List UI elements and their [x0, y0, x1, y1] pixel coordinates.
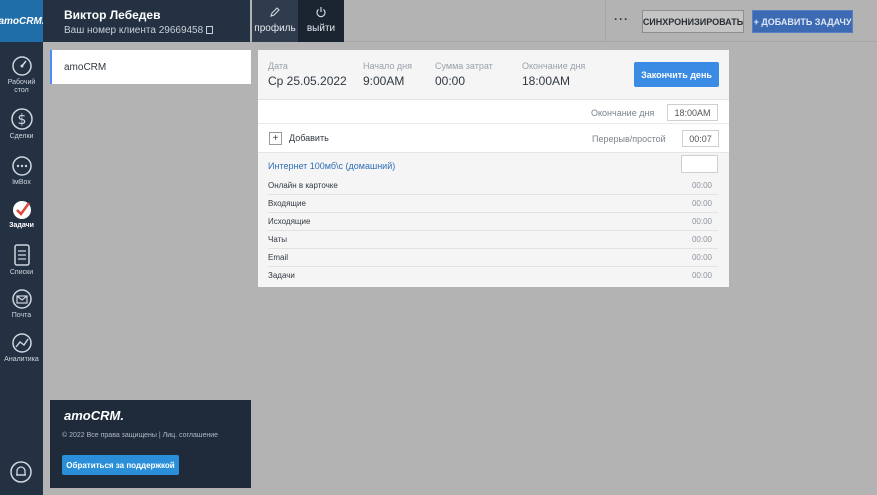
row-label: Онлайн в карточке: [268, 181, 338, 190]
cost-value: 00:00: [435, 74, 466, 88]
workday-summary: Дата Ср 25.05.2022 Начало дня 9:00AM Сум…: [258, 50, 729, 100]
nav-label-dashboard: Рабочий стол: [7, 79, 36, 94]
user-name: Виктор Лебедев: [64, 8, 161, 22]
footer-logo: amoCRM.: [64, 408, 124, 423]
table-row: Исходящие 00:00: [268, 213, 718, 231]
nav-label-mail: Почта: [11, 312, 32, 319]
nav-label-tasks: Задачи: [9, 222, 34, 229]
group-time-input[interactable]: [681, 155, 718, 173]
amocrm-logo[interactable]: amoCRM.: [0, 0, 45, 42]
start-label: Начало дня: [363, 61, 412, 71]
pencil-icon: [270, 7, 280, 17]
add-plus-icon[interactable]: +: [269, 132, 282, 145]
finish-day-button[interactable]: Закончить день: [634, 62, 719, 87]
client-number-line: Ваш номер клиента 29669458: [64, 25, 250, 36]
table-row: Email 00:00: [268, 249, 718, 267]
row-value: 00:00: [691, 253, 712, 262]
end-value: 18:00AM: [522, 74, 571, 88]
footer-copyright: © 2022 Все права защищены | Лиц. соглаше…: [62, 432, 219, 439]
end-field: Окончание дня 18:00AM: [522, 61, 585, 88]
nav-item-mail[interactable]: Почта: [0, 288, 43, 320]
nav-label-lists: Списки: [9, 269, 34, 276]
row-value: 00:00: [691, 181, 712, 190]
add-row: + Добавить Перерыв/простой 00:07: [258, 127, 729, 152]
date-field: Дата Ср 25.05.2022: [268, 61, 347, 88]
row-value: 00:00: [691, 235, 712, 244]
nav-item-analytics[interactable]: Аналитика: [0, 332, 43, 364]
dollar-icon: $: [10, 108, 33, 130]
cost-label: Сумма затрат: [435, 61, 493, 71]
cost-field: Сумма затрат 00:00: [435, 61, 493, 88]
nav-label-analytics: Аналитика: [4, 356, 39, 363]
workday-card: Дата Ср 25.05.2022 Начало дня 9:00AM Сум…: [258, 50, 729, 287]
nav-label-imbox: IмBox: [12, 179, 31, 186]
left-nav: amoCRM. Рабочий стол $ Сделки IмBox Зада…: [0, 0, 45, 495]
power-icon: [316, 7, 326, 18]
row-value: 00:00: [691, 271, 712, 280]
sync-button[interactable]: СИНХРОНИЗИРОВАТЬ: [642, 10, 744, 33]
panel-tab-amocrm[interactable]: amoCRM: [50, 50, 251, 84]
activity-group: Интернет 100мб\с (домашний) Онлайн в кар…: [258, 152, 729, 287]
add-button[interactable]: Добавить: [289, 133, 329, 143]
logo-text: amoCRM.: [0, 15, 45, 27]
start-field: Начало дня 9:00AM: [363, 61, 412, 88]
list-icon: [13, 244, 30, 266]
break-input[interactable]: 00:07: [682, 130, 719, 147]
date-label: Дата: [268, 61, 288, 71]
exit-button[interactable]: выйти: [298, 0, 344, 42]
start-value: 9:00AM: [363, 74, 405, 88]
mail-icon: [11, 289, 32, 309]
nav-item-tasks[interactable]: Задачи: [0, 198, 43, 230]
table-row: Входящие 00:00: [268, 195, 718, 213]
add-task-button[interactable]: + ДОБАВИТЬ ЗАДАЧУ: [752, 10, 853, 33]
footer-panel: amoCRM. © 2022 Все права защищены | Лиц.…: [50, 400, 251, 488]
row-value: 00:00: [691, 217, 712, 226]
user-block: Виктор Лебедев Ваш номер клиента 2966945…: [43, 0, 250, 42]
svg-text:$: $: [17, 112, 26, 128]
end-of-day-input[interactable]: 18:00AM: [667, 104, 718, 121]
row-label: Исходящие: [268, 217, 311, 226]
nav-item-deals[interactable]: $ Сделки: [0, 107, 43, 141]
nav-item-lists[interactable]: Списки: [0, 243, 43, 277]
nav-item-dashboard[interactable]: Рабочий стол: [0, 55, 43, 95]
end-row-label: Окончание дня: [591, 108, 655, 118]
row-label: Входящие: [268, 199, 306, 208]
header-divider: [605, 0, 606, 42]
group-title-link[interactable]: Интернет 100мб\с (домашний): [268, 161, 395, 171]
profile-label: профиль: [254, 23, 296, 34]
dashboard-icon: [11, 56, 32, 76]
table-row: Онлайн в карточке 00:00: [268, 177, 718, 195]
end-label: Окончание дня: [522, 61, 586, 71]
table-row: Чаты 00:00: [268, 231, 718, 249]
exit-label: выйти: [306, 23, 336, 34]
task-check-icon: [12, 201, 31, 219]
chat-icon: [11, 156, 32, 176]
client-number: Ваш номер клиента 29669458: [64, 25, 204, 36]
nav-item-imbox[interactable]: IмBox: [0, 155, 43, 187]
panel-tab-label: amoCRM: [64, 62, 107, 73]
table-row: Задачи 00:00: [268, 267, 718, 285]
more-menu-button[interactable]: ···: [614, 12, 634, 28]
row-label: Задачи: [268, 271, 295, 280]
row-value: 00:00: [691, 199, 712, 208]
analytics-icon: [11, 333, 32, 353]
break-label: Перерыв/простой: [592, 134, 666, 144]
profile-button[interactable]: профиль: [252, 0, 298, 42]
notifications-bell-icon[interactable]: [9, 460, 33, 484]
row-label: Чаты: [268, 235, 288, 244]
row-label: Email: [268, 253, 289, 262]
copy-icon[interactable]: [206, 26, 214, 35]
date-value: Ср 25.05.2022: [268, 74, 347, 88]
nav-label-deals: Сделки: [9, 133, 34, 140]
end-of-day-row: Окончание дня 18:00AM: [258, 102, 729, 124]
support-button[interactable]: Обратиться за поддержкой: [62, 455, 179, 475]
